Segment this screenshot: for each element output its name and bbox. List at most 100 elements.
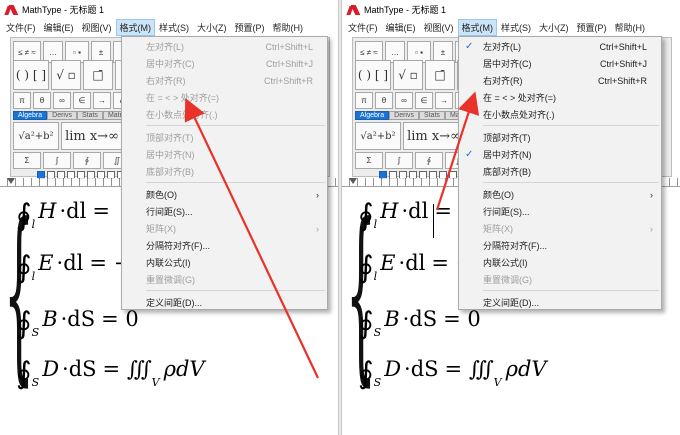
menu-item[interactable]: 居中对齐(N) ✓ bbox=[459, 146, 661, 163]
title-bar: MathType - 无标题 1 bbox=[0, 0, 338, 19]
chevron-right-icon: › bbox=[650, 189, 653, 200]
menu-item[interactable]: 分隔符对齐(F)... bbox=[122, 237, 327, 254]
menu-item: 重置微调(G) bbox=[459, 271, 661, 288]
toolbar-button[interactable]: → bbox=[435, 92, 453, 109]
menu-item[interactable]: 底部对齐(B) bbox=[459, 163, 661, 180]
menu-item-label: 顶部对齐(T) bbox=[483, 133, 531, 143]
toolbar-button[interactable]: ∮ bbox=[415, 152, 443, 169]
menu-item-shortcut: Ctrl+Shift+L bbox=[265, 41, 313, 52]
toolbar-button[interactable]: lim x→∞ bbox=[61, 122, 123, 150]
toolbar-button[interactable]: ∞ bbox=[395, 92, 413, 109]
toolbar-button[interactable]: lim x→∞ bbox=[403, 122, 465, 150]
chevron-right-icon: › bbox=[316, 189, 319, 200]
menu-2[interactable]: 视图(V) bbox=[78, 19, 116, 36]
toolbar-button[interactable]: π bbox=[13, 92, 31, 109]
menu-item-label: 居中对齐(C) bbox=[483, 59, 532, 69]
toolbar-button[interactable]: → bbox=[93, 92, 111, 109]
menu-6[interactable]: 预置(P) bbox=[231, 19, 269, 36]
menu-item-shortcut: Ctrl+Shift+J bbox=[599, 58, 647, 69]
window-title: MathType - 无标题 1 bbox=[22, 5, 105, 15]
equation-line[interactable]: ∮lH ·dl = bbox=[358, 198, 452, 233]
tab-0[interactable]: Algebra bbox=[355, 111, 390, 120]
toolbar-button[interactable]: θ bbox=[375, 92, 393, 109]
menu-item[interactable]: 行间距(S)... bbox=[122, 203, 327, 220]
menu-item: 居中对齐(N) bbox=[122, 146, 327, 163]
menu-item[interactable]: 右对齐(R) Ctrl+Shift+R bbox=[459, 72, 661, 89]
toolbar-button[interactable]: ∈ bbox=[73, 92, 91, 109]
menu-5[interactable]: 大小(Z) bbox=[193, 19, 231, 36]
equation-line[interactable]: ∮SD ·dS = ∭VρdV bbox=[16, 356, 205, 391]
equation-line[interactable]: ∮SD ·dS = ∭VρdV bbox=[358, 356, 547, 391]
contour-integral-symbol: ∮ bbox=[358, 356, 374, 391]
title-bar: MathType - 无标题 1 bbox=[342, 0, 680, 19]
menu-item: 居中对齐(C) Ctrl+Shift+J bbox=[122, 55, 327, 72]
toolbar-button[interactable]: √a²+b² bbox=[355, 122, 401, 150]
menu-item[interactable]: 顶部对齐(T) bbox=[459, 129, 661, 146]
equation-line[interactable]: ∮SB ·dS = 0 bbox=[358, 306, 481, 341]
toolbar-button[interactable]: □̄ bbox=[425, 60, 455, 90]
toolbar-button[interactable]: ∞ bbox=[53, 92, 71, 109]
toolbar-button[interactable]: √ ▫ bbox=[51, 60, 81, 90]
toolbar-button[interactable]: √a²+b² bbox=[13, 122, 59, 150]
toolbar-button[interactable]: □̄ bbox=[83, 60, 113, 90]
menu-1[interactable]: 编辑(E) bbox=[40, 19, 78, 36]
menu-item[interactable]: 内联公式(I) bbox=[459, 254, 661, 271]
menu-item[interactable]: 内联公式(I) bbox=[122, 254, 327, 271]
menu-6[interactable]: 预置(P) bbox=[573, 19, 611, 36]
equation-line[interactable]: ∮SB ·dS = 0 bbox=[16, 306, 139, 341]
menu-separator bbox=[146, 290, 325, 291]
toolbar-button[interactable]: θ bbox=[33, 92, 51, 109]
tab-2[interactable]: Stats bbox=[76, 111, 103, 120]
contour-integral-symbol: ∮ bbox=[358, 198, 374, 233]
menu-item-label: 左对齐(L) bbox=[483, 42, 521, 52]
menu-7[interactable]: 帮助(H) bbox=[611, 19, 650, 36]
menu-3[interactable]: 格式(M) bbox=[115, 19, 155, 36]
menu-item[interactable]: 在 = < > 处对齐(=) bbox=[459, 89, 661, 106]
menu-4[interactable]: 样式(S) bbox=[497, 19, 535, 36]
menu-5[interactable]: 大小(Z) bbox=[535, 19, 573, 36]
equation-line[interactable]: ∮lH ·dl = bbox=[16, 198, 110, 233]
menu-item-label: 在 = < > 处对齐(=) bbox=[483, 93, 557, 103]
toolbar-button[interactable]: ∫ bbox=[43, 152, 71, 169]
volume-subscript: V bbox=[151, 376, 160, 389]
toolbar-button[interactable]: Σ bbox=[355, 152, 383, 169]
menu-item[interactable]: 行间距(S)... bbox=[459, 203, 661, 220]
menu-item[interactable]: 定义间距(D)... bbox=[459, 294, 661, 311]
tab-1[interactable]: Derivs bbox=[47, 111, 77, 120]
menu-0[interactable]: 文件(F) bbox=[344, 19, 382, 36]
dot-product-term: ·dl bbox=[401, 199, 429, 223]
menu-item-label: 在小数点处对齐(.) bbox=[146, 110, 218, 120]
toolbar-button[interactable]: ( ) [ ] bbox=[355, 60, 391, 90]
menu-item[interactable]: 左对齐(L) Ctrl+Shift+L ✓ bbox=[459, 38, 661, 55]
menu-item[interactable]: 分隔符对齐(F)... bbox=[459, 237, 661, 254]
menu-item[interactable]: 定义间距(D)... bbox=[122, 294, 327, 311]
toolbar-button[interactable]: ∮ bbox=[73, 152, 101, 169]
menu-2[interactable]: 视图(V) bbox=[420, 19, 458, 36]
equation-line[interactable]: ∮lE ·dl = − bbox=[358, 250, 473, 285]
contour-integral-symbol: ∮ bbox=[358, 250, 374, 285]
equation-line[interactable]: ∮lE ·dl = − bbox=[16, 250, 131, 285]
right-screenshot-pane: MathType - 无标题 1 文件(F) 编辑(E) 视图(V) 格式(M) 样式(… bbox=[342, 0, 680, 435]
menu-3[interactable]: 格式(M) bbox=[457, 19, 497, 36]
menu-4[interactable]: 样式(S) bbox=[155, 19, 193, 36]
menu-item: 在 = < > 处对齐(=) bbox=[122, 89, 327, 106]
menu-item-shortcut: Ctrl+Shift+R bbox=[263, 75, 313, 86]
menu-1[interactable]: 编辑(E) bbox=[382, 19, 420, 36]
toolbar-button[interactable]: ∈ bbox=[415, 92, 433, 109]
toolbar-button[interactable]: π bbox=[355, 92, 373, 109]
equation-rhs: = ∭ bbox=[102, 357, 152, 381]
menu-item[interactable]: 居中对齐(C) Ctrl+Shift+J bbox=[459, 55, 661, 72]
toolbar-button[interactable]: √ ▫ bbox=[393, 60, 423, 90]
menu-item-label: 在 = < > 处对齐(=) bbox=[146, 93, 220, 103]
tab-0[interactable]: Algebra bbox=[13, 111, 48, 120]
menu-item[interactable]: 在小数点处对齐(.) bbox=[459, 106, 661, 123]
toolbar-button[interactable]: ( ) [ ] bbox=[13, 60, 49, 90]
menu-7[interactable]: 帮助(H) bbox=[269, 19, 308, 36]
toolbar-button[interactable]: Σ bbox=[13, 152, 41, 169]
tab-2[interactable]: Stats bbox=[418, 111, 445, 120]
tab-1[interactable]: Derivs bbox=[389, 111, 419, 120]
menu-item[interactable]: 颜色(O) › bbox=[459, 186, 661, 203]
menu-0[interactable]: 文件(F) bbox=[2, 19, 40, 36]
toolbar-button[interactable]: ∫ bbox=[385, 152, 413, 169]
menu-item[interactable]: 颜色(O) › bbox=[122, 186, 327, 203]
